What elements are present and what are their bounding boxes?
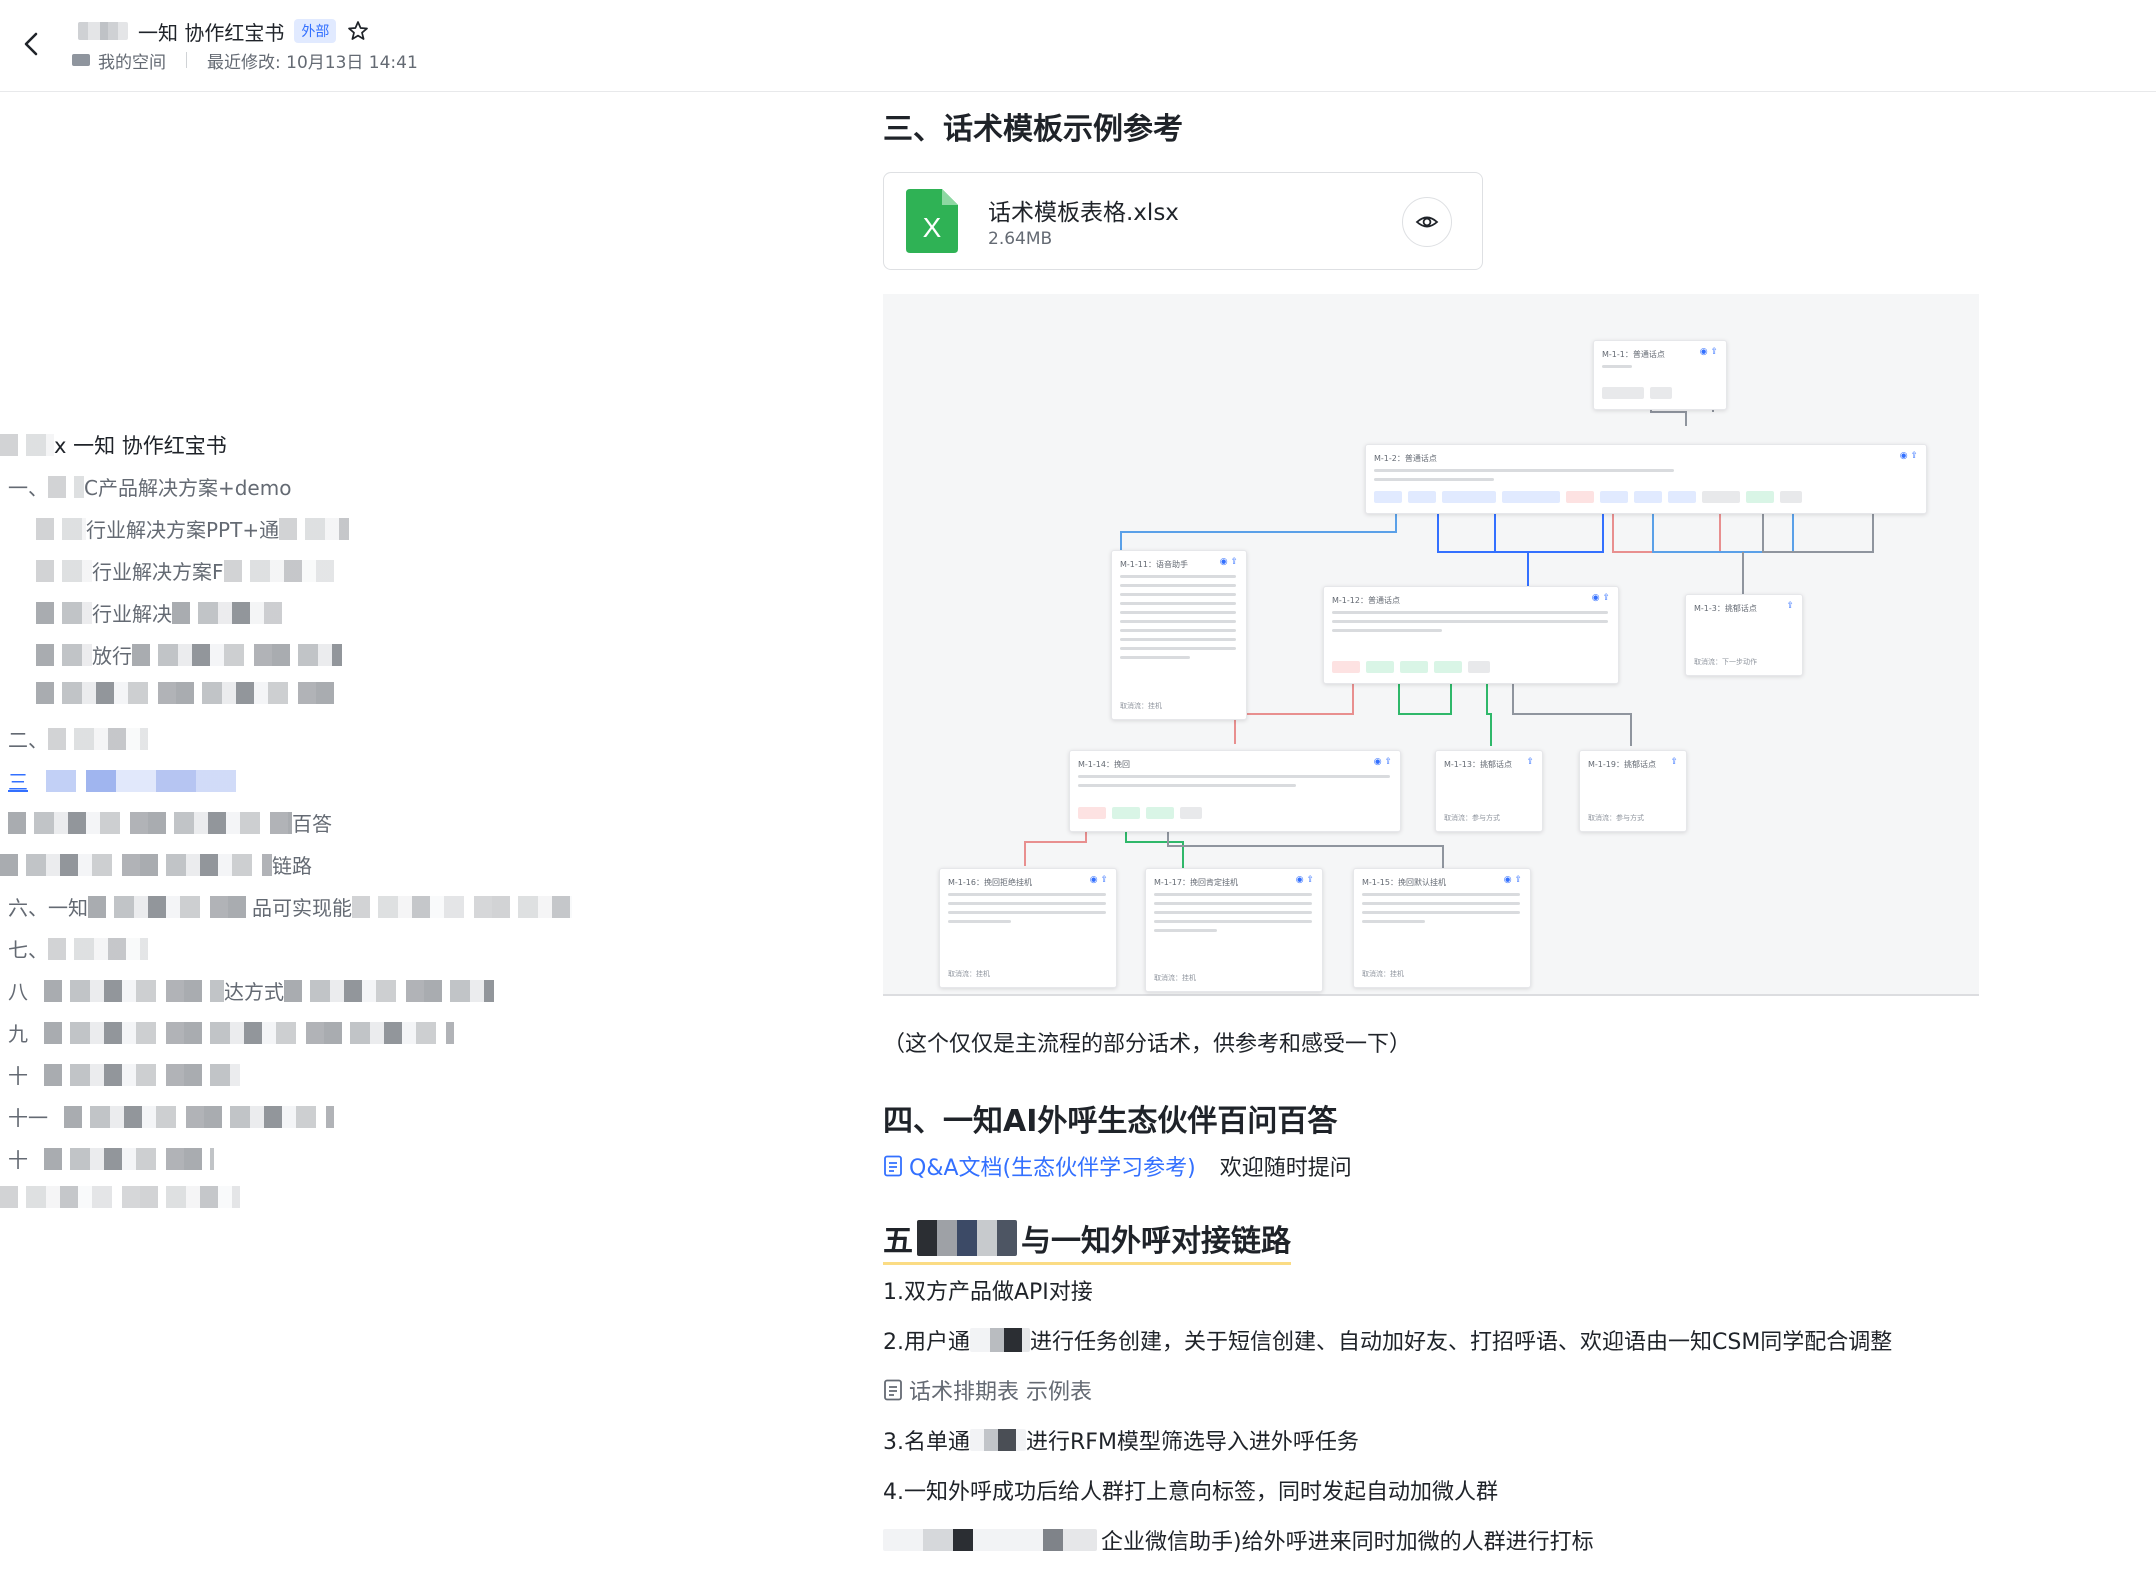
sheet-icon bbox=[884, 1379, 902, 1401]
flow-node: M-1-19：挑郁话点 ⇪ 取消流：参与方式 bbox=[1579, 750, 1687, 832]
flow-node: M-1-2：普通话点 ◉ ⇪ bbox=[1365, 444, 1927, 514]
outline-item-12[interactable]: 十 bbox=[8, 1144, 214, 1173]
meta-divider bbox=[186, 52, 187, 68]
flow-node: M-1-11：语音助手 ◉ ⇪ 取消流：挂机 bbox=[1111, 550, 1247, 720]
step-2: 2.用户通 进行任务创建，关于短信创建、自动加好友、打招呼语、欢迎语由一知CSM… bbox=[883, 1328, 1893, 1355]
flow-node: M-1-15：挽回默认挂机 ◉ ⇪ 取消流：挂机 bbox=[1353, 868, 1531, 988]
redacted-text bbox=[0, 434, 54, 456]
excel-file-icon: X bbox=[906, 189, 958, 253]
qa-suffix: 欢迎随时提问 bbox=[1219, 1156, 1352, 1181]
redacted-text bbox=[883, 1529, 1097, 1551]
flowchart-caption: （这个仅仅是主流程的部分话术，供参考和感受一下） bbox=[883, 1032, 1412, 1057]
redacted-text bbox=[970, 1328, 1030, 1352]
qa-doc-link[interactable]: Q&A文档(生态伙伴学习参考) bbox=[883, 1150, 1196, 1182]
outline-item-7[interactable]: 七、 bbox=[8, 934, 148, 963]
node-action-icons: ◉ ⇪ bbox=[1699, 347, 1718, 357]
outline-item-4[interactable]: 百答 bbox=[8, 808, 332, 837]
eye-icon bbox=[1415, 216, 1439, 228]
step-1: 1.双方产品做API对接 bbox=[883, 1280, 1093, 1305]
meta-row: 我的空间 最近修改: 10月13日 14:41 bbox=[72, 48, 418, 73]
space-link[interactable]: 我的空间 bbox=[98, 48, 166, 73]
svg-text:X: X bbox=[923, 212, 942, 243]
attachment-size: 2.64MB bbox=[988, 229, 1053, 249]
step-5: 企业微信助手)给外呼进来同时加微的人群进行打标 bbox=[883, 1524, 1594, 1556]
section-3-heading: 三、话术模板示例参考 bbox=[883, 112, 1183, 147]
flow-node: M-1-1：普通话点 ◉ ⇪ bbox=[1593, 340, 1727, 410]
title-row: 一知 协作红宝书 外部 bbox=[78, 16, 370, 46]
schedule-sheet-link[interactable]: 话术排期表 示例表 bbox=[883, 1374, 1092, 1406]
outline-item-10[interactable]: 十 bbox=[8, 1060, 240, 1089]
sheet-paragraph: 话术排期表 示例表 bbox=[883, 1374, 1092, 1407]
outline-item-1-5[interactable] bbox=[36, 682, 336, 704]
section-4-heading: 四、一知AI外呼生态伙伴百问百答 bbox=[883, 1104, 1338, 1139]
flow-node: M-1-17：挽回肯定挂机 ◉ ⇪ 取消流：挂机 bbox=[1145, 868, 1323, 992]
document-icon bbox=[884, 1155, 902, 1177]
outline-item-1-1[interactable]: 行业解决方案PPT+通 bbox=[36, 514, 350, 543]
outline-title[interactable]: x 一知 协作红宝书 bbox=[0, 430, 227, 460]
outline-item-1-4[interactable]: 放行 bbox=[36, 640, 342, 669]
outline-item-1[interactable]: 一、 C产品解决方案+demo bbox=[8, 472, 291, 501]
outline-item-8[interactable]: 八 达方式 bbox=[8, 976, 494, 1005]
last-modified: 最近修改: 10月13日 14:41 bbox=[207, 52, 418, 73]
outline-item-11[interactable]: 十一 bbox=[8, 1102, 334, 1131]
outline-item-13[interactable] bbox=[0, 1186, 240, 1208]
star-icon[interactable] bbox=[346, 19, 370, 43]
redacted-text bbox=[970, 1429, 1026, 1451]
doc-header: 一知 协作红宝书 外部 我的空间 最近修改: 10月13日 14:41 bbox=[0, 0, 2156, 92]
section-5-heading: 五 与一知外呼对接链路 bbox=[883, 1216, 1291, 1265]
outline-item-6[interactable]: 六、一知 品可实现能 bbox=[8, 892, 572, 921]
redacted-title-prefix bbox=[78, 22, 128, 40]
outline-item-3[interactable]: 三 bbox=[8, 766, 236, 795]
folder-icon bbox=[72, 54, 90, 66]
preview-button[interactable] bbox=[1402, 197, 1452, 247]
flowchart-image: M-1-1：普通话点 ◉ ⇪ M-1-2：普通话点 ◉ ⇪ M-1-11：语音助… bbox=[883, 294, 1979, 996]
step-4: 4.一知外呼成功后给人群打上意向标签，同时发起自动加微人群 bbox=[883, 1480, 1498, 1505]
outline-item-5[interactable]: 链路 bbox=[0, 850, 312, 879]
document-title[interactable]: 一知 协作红宝书 bbox=[138, 17, 284, 46]
outline-item-1-2[interactable]: 行业解决方案F bbox=[36, 556, 334, 585]
back-arrow-icon[interactable] bbox=[18, 26, 46, 62]
external-badge: 外部 bbox=[294, 19, 337, 43]
outline-item-1-3[interactable]: 行业解决 bbox=[36, 598, 282, 627]
flow-node: M-1-12：普通话点 ◉ ⇪ bbox=[1323, 586, 1619, 684]
flow-node: M-1-16：挽回拒绝挂机 ◉ ⇪ 取消流：挂机 bbox=[939, 868, 1117, 988]
flow-node: M-1-14：挽回 ◉ ⇪ bbox=[1069, 750, 1401, 832]
step-3: 3.名单通 进行RFM模型筛选导入进外呼任务 bbox=[883, 1429, 1359, 1455]
flow-node: M-1-13：挑郁话点 ⇪ 取消流：参与方式 bbox=[1435, 750, 1543, 832]
attachment-card[interactable]: X 话术模板表格.xlsx 2.64MB bbox=[883, 172, 1483, 270]
outline-item-2[interactable]: 二、 bbox=[8, 724, 148, 753]
attachment-name: 话术模板表格.xlsx bbox=[988, 200, 1179, 226]
flow-node: M-1-3：挑郁话点 ⇪ 取消流：下一步动作 bbox=[1685, 594, 1803, 676]
outline-item-9[interactable]: 九 bbox=[8, 1018, 454, 1047]
qa-paragraph: Q&A文档(生态伙伴学习参考) 欢迎随时提问 bbox=[883, 1150, 1352, 1182]
redacted-text bbox=[917, 1220, 1017, 1256]
